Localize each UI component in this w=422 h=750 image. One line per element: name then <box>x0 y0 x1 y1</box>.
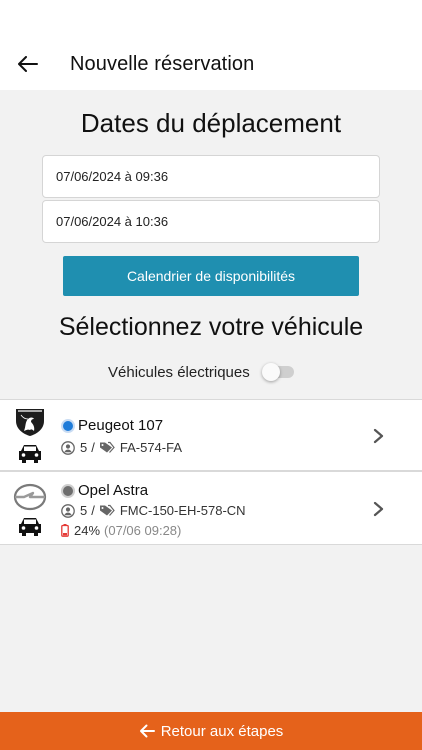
license-plate: FA-574-FA <box>119 440 182 455</box>
vehicle-info-line: 5 / FA-574-FA <box>61 440 182 455</box>
person-icon <box>61 503 75 518</box>
battery-low-icon <box>61 524 69 537</box>
toggle-thumb <box>261 363 280 381</box>
chevron-right-icon <box>373 428 384 444</box>
battery-timestamp: (07/06 09:28) <box>104 523 182 538</box>
tags-icon <box>99 504 115 516</box>
electric-filter-row: Véhicules électriques <box>108 363 296 381</box>
seat-count: 5 <box>80 503 88 518</box>
top-app-bar: Nouvelle réservation <box>0 0 422 90</box>
dates-section-title: Dates du déplacement <box>80 108 342 138</box>
unselected-radio-icon[interactable] <box>61 483 75 498</box>
person-icon <box>61 440 75 455</box>
availability-calendar-button[interactable]: Calendrier de disponibilités <box>63 256 359 296</box>
vehicle-name: Peugeot 107 <box>78 417 164 434</box>
back-button[interactable] <box>14 50 42 78</box>
start-date-field[interactable]: 07/06/2024 à 09:36 <box>42 155 380 198</box>
arrow-left-icon <box>18 56 38 72</box>
page-title: Nouvelle réservation <box>70 53 255 75</box>
separator: / <box>91 503 95 518</box>
vehicle-name-line: Peugeot 107 <box>61 417 163 434</box>
peugeot-logo-icon <box>16 409 44 436</box>
separator: / <box>91 440 95 455</box>
chevron-right-icon <box>373 501 384 517</box>
back-to-steps-button[interactable]: Retour aux étapes <box>0 712 422 750</box>
tags-icon <box>99 441 115 453</box>
vehicle-card-opel[interactable]: Opel Astra 5 / FMC-150-EH-578-CN 24% (07… <box>0 471 422 545</box>
end-date-field[interactable]: 07/06/2024 à 10:36 <box>42 200 380 243</box>
selected-radio-icon[interactable] <box>61 418 75 433</box>
vehicle-info-line: 5 / FMC-150-EH-578-CN <box>61 503 246 518</box>
electric-filter-toggle[interactable] <box>261 363 296 381</box>
arrow-left-icon <box>139 724 155 738</box>
vehicle-name-line: Opel Astra <box>61 482 148 499</box>
electric-filter-label: Véhicules électriques <box>108 363 250 381</box>
battery-line: 24% (07/06 09:28) <box>61 523 181 538</box>
vehicle-card-peugeot[interactable]: Peugeot 107 5 / FA-574-FA <box>0 399 422 471</box>
battery-level: 24% <box>74 523 101 538</box>
car-icon <box>19 445 41 463</box>
car-icon <box>19 518 41 536</box>
license-plate: FMC-150-EH-578-CN <box>119 503 246 518</box>
vehicle-section-title: Sélectionnez votre véhicule <box>58 313 364 341</box>
back-to-steps-label: Retour aux étapes <box>160 722 284 740</box>
opel-logo-icon <box>13 483 47 511</box>
vehicle-name: Opel Astra <box>78 482 149 499</box>
seat-count: 5 <box>80 440 88 455</box>
